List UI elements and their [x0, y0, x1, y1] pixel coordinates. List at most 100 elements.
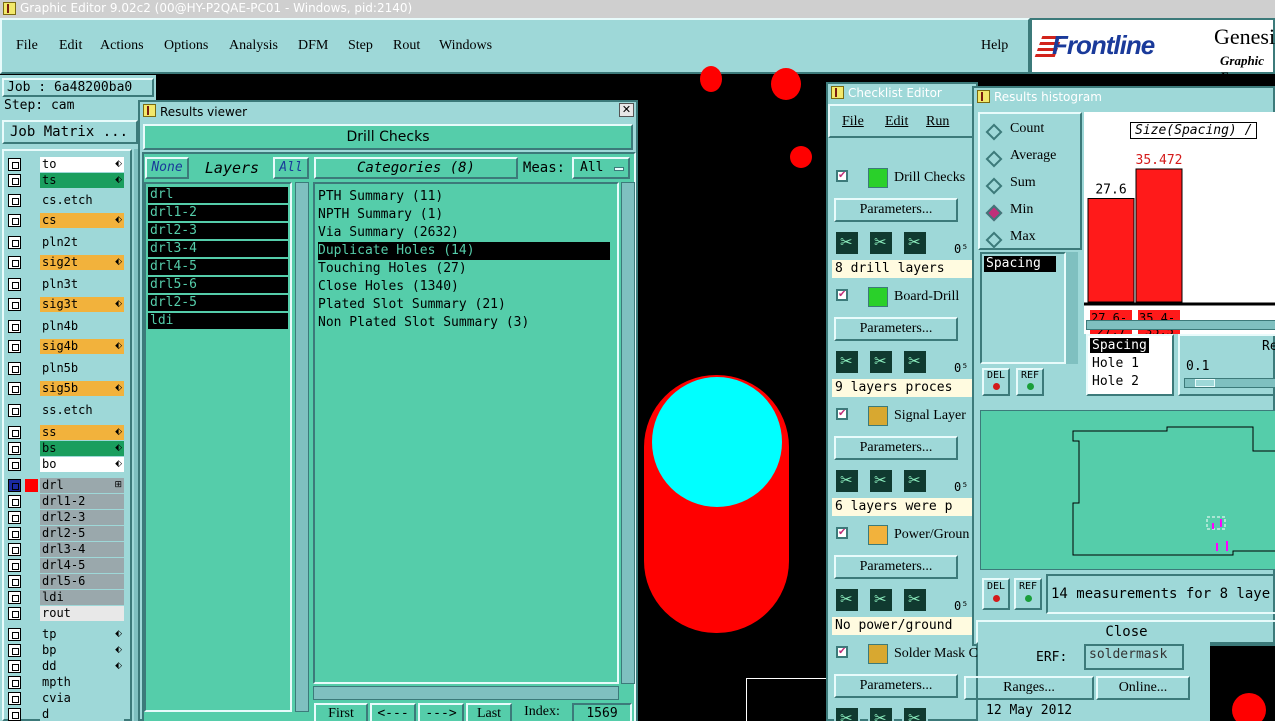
layer-name[interactable]: cs — [40, 213, 124, 228]
layer-checkbox[interactable] — [8, 298, 21, 311]
erf-value[interactable]: soldermask — [1084, 644, 1184, 670]
histogram-chart-scrollbar[interactable] — [1086, 320, 1275, 330]
run-action-icon[interactable] — [902, 587, 928, 613]
check-parameters-button[interactable]: Parameters... — [834, 198, 958, 222]
layer-row[interactable]: tp ⬖ — [8, 627, 124, 642]
run-action-icon[interactable] — [868, 349, 894, 375]
layer-row[interactable]: drl3-4 — [8, 542, 124, 557]
layer-name[interactable]: pln4b — [40, 319, 124, 334]
check-enabled-checkbox[interactable]: ✔ — [836, 527, 848, 539]
run-action-icon[interactable] — [902, 706, 928, 721]
layer-checkbox[interactable] — [8, 479, 21, 492]
hist-slider-thumb[interactable] — [1195, 379, 1215, 387]
layers-all-button[interactable]: All — [273, 157, 309, 179]
menu-options[interactable]: Options — [164, 32, 208, 60]
layer-checkbox[interactable] — [8, 362, 21, 375]
layer-name[interactable]: drl4-5 — [40, 558, 124, 573]
checklist-menu-edit[interactable]: Edit — [885, 108, 908, 136]
preview-del-button[interactable]: DEL — [982, 578, 1010, 610]
layer-name[interactable]: sig2t — [40, 255, 124, 270]
menu-dfm[interactable]: DFM — [298, 32, 328, 60]
layer-row[interactable]: ldi — [8, 590, 124, 605]
run-action-icon[interactable] — [902, 468, 928, 494]
layer-name[interactable]: mpth — [40, 675, 124, 690]
layer-row[interactable]: drl2-5 — [8, 526, 124, 541]
hist-slider[interactable] — [1184, 378, 1275, 388]
mode-sum-radio[interactable] — [985, 177, 1003, 195]
layer-checkbox[interactable] — [8, 278, 21, 291]
run-action-icon[interactable] — [868, 587, 894, 613]
job-matrix-button[interactable]: Job Matrix ... — [2, 120, 138, 144]
layer-name[interactable]: drl5-6 — [40, 574, 124, 589]
layer-checkbox[interactable] — [8, 256, 21, 269]
category-item[interactable]: Non Plated Slot Summary (3) — [318, 314, 529, 332]
layer-checkbox[interactable] — [8, 495, 21, 508]
layer-checkbox[interactable] — [8, 559, 21, 572]
menu-edit[interactable]: Edit — [59, 32, 82, 60]
index-input[interactable]: 1569 — [572, 703, 632, 721]
layer-row[interactable]: drl1-2 — [8, 494, 124, 509]
layer-checkbox[interactable] — [8, 527, 21, 540]
layer-name[interactable]: pln3t — [40, 277, 124, 292]
layer-checkbox[interactable] — [8, 340, 21, 353]
layer-name[interactable]: ldi — [40, 590, 124, 605]
layer-row[interactable]: to ⬖ — [8, 157, 124, 172]
category-item[interactable]: PTH Summary (11) — [318, 188, 443, 206]
layer-name[interactable]: bp — [40, 643, 124, 658]
run-action-icon[interactable] — [834, 230, 860, 256]
layer-row[interactable]: pln3t — [8, 277, 124, 292]
layer-checkbox[interactable] — [8, 708, 21, 721]
nav-prev-button[interactable]: <--- — [370, 703, 416, 721]
layer-name[interactable]: ss — [40, 425, 124, 440]
menu-actions[interactable]: Actions — [100, 32, 144, 60]
layer-row[interactable]: sig5b ⬖ — [8, 381, 124, 396]
layer-checkbox[interactable] — [8, 194, 21, 207]
layer-row[interactable]: bo ⬖ — [8, 457, 124, 472]
category-item[interactable]: Close Holes (1340) — [318, 278, 459, 296]
layer-checkbox[interactable] — [8, 458, 21, 471]
run-action-icon[interactable] — [868, 230, 894, 256]
result-layer-item[interactable]: drl2-3 — [148, 223, 288, 239]
layer-name[interactable]: d — [40, 707, 124, 721]
check-parameters-button[interactable]: Parameters... — [834, 317, 958, 341]
result-layer-item[interactable]: drl2-5 — [148, 295, 288, 311]
layer-checkbox[interactable] — [8, 174, 21, 187]
layer-row[interactable]: dd ⬖ — [8, 659, 124, 674]
layer-checkbox[interactable] — [8, 158, 21, 171]
category-hscrollbar[interactable] — [313, 686, 619, 700]
layer-name[interactable]: cvia — [40, 691, 124, 706]
layer-checkbox[interactable] — [8, 692, 21, 705]
result-layer-item[interactable]: drl5-6 — [148, 277, 288, 293]
category-vscrollbar[interactable] — [621, 182, 635, 684]
menu-help[interactable]: Help — [981, 32, 1008, 60]
menu-windows[interactable]: Windows — [439, 32, 492, 60]
checklist-menu-run[interactable]: Run — [926, 108, 949, 136]
layer-name[interactable]: sig5b — [40, 381, 124, 396]
result-layer-item[interactable]: drl3-4 — [148, 241, 288, 257]
category-item[interactable]: Touching Holes (27) — [318, 260, 467, 278]
mode-min-radio[interactable] — [985, 204, 1003, 222]
histogram-bar[interactable] — [1135, 168, 1183, 303]
layer-name[interactable]: dd — [40, 659, 124, 674]
layer-name[interactable]: cs.etch — [40, 193, 124, 208]
layer-name[interactable]: pln5b — [40, 361, 124, 376]
layer-checkbox[interactable] — [8, 660, 21, 673]
menu-file[interactable]: File — [16, 32, 38, 60]
layer-row[interactable]: bs ⬖ — [8, 441, 124, 456]
mode-max-radio[interactable] — [985, 231, 1003, 249]
run-action-icon[interactable] — [834, 706, 860, 721]
mode-average-radio[interactable] — [985, 150, 1003, 168]
layer-row[interactable]: pln4b — [8, 319, 124, 334]
layer-name[interactable]: ss.etch — [40, 403, 124, 418]
category-item[interactable]: Via Summary (2632) — [318, 224, 459, 242]
layer-row[interactable]: mpth — [8, 675, 124, 690]
layer-checkbox[interactable] — [8, 676, 21, 689]
run-action-icon[interactable] — [902, 349, 928, 375]
layer-checkbox[interactable] — [8, 575, 21, 588]
layer-row[interactable]: ss.etch — [8, 403, 124, 418]
layer-row[interactable]: ts ⬖ — [8, 173, 124, 188]
layers-none-button[interactable]: None — [145, 157, 189, 179]
run-action-icon[interactable] — [868, 706, 894, 721]
category-item[interactable]: Plated Slot Summary (21) — [318, 296, 506, 314]
layer-checkbox[interactable] — [8, 644, 21, 657]
